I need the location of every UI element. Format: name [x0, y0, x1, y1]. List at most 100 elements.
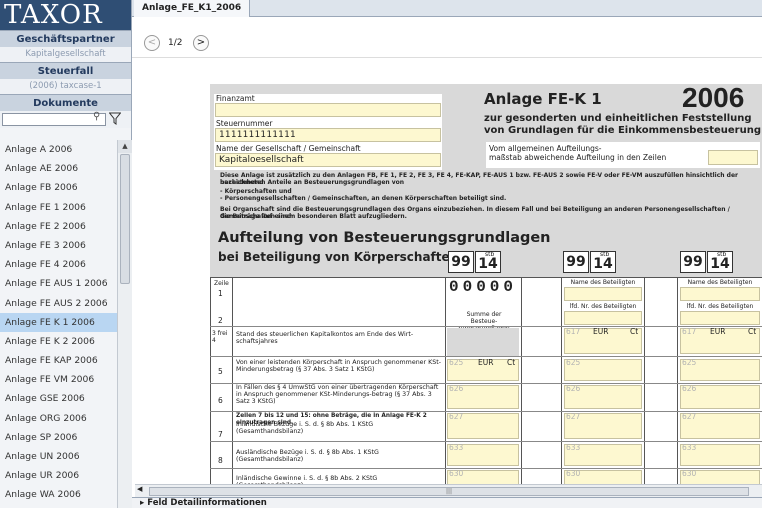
document-list-item[interactable]: Anlage FE K 1 2006 [0, 312, 117, 332]
detail-info-bar[interactable]: ▸ Feld Detailinformationen [132, 497, 762, 508]
code-625-col2: 625 [566, 358, 581, 367]
next-page-button[interactable]: > [193, 35, 209, 51]
note-4b: die Beträge auf einem besonderen Blatt a… [220, 213, 407, 220]
tab-anlage-fe-k1[interactable]: Anlage_FE_K1_2006 [134, 0, 251, 17]
row-1-number: 1 [218, 289, 223, 298]
section-heading-1: Aufteilung von Besteuerungsgrundlagen [218, 230, 551, 246]
code-617-col3: 617 [682, 327, 697, 336]
row-8-text: Ausländische Bezüge i. S. d. § 8b Abs. 1… [236, 449, 379, 463]
horizontal-scrollbar-thumb[interactable]: ||| [149, 487, 749, 496]
lfd-nr-field-col3[interactable] [680, 311, 760, 325]
lfd-nr-col2: lfd. Nr. des Beteiligten [569, 303, 637, 310]
aufteilung-label-1: Vom allgemeinen Aufteilungs- [489, 144, 602, 153]
document-search-row: ⚲ [0, 111, 131, 128]
document-list: Anlage A 2006 Anlage AE 2006 Anlage FB 200… [0, 140, 117, 508]
document-list-item[interactable]: Anlage WA 2006 [0, 485, 117, 504]
code-630-col3: 630 [682, 469, 697, 478]
steuernummer-field[interactable]: 1111111111111 [215, 128, 441, 142]
page-navigation: < 1/2 > [132, 17, 762, 57]
document-list-item[interactable]: Anlage FE 4 2006 [0, 255, 117, 274]
form-subtitle-1: zur gesonderten und einheitlichen Festst… [484, 113, 752, 124]
steuernummer-label: Steuernummer [216, 119, 273, 128]
document-list-item[interactable]: Anlage SP 2006 [0, 428, 117, 447]
sidebar: TAXOR Geschäftspartner Kapitalgesellscha… [0, 0, 132, 508]
aufteilung-field[interactable] [708, 150, 758, 165]
finanzamt-field[interactable] [215, 103, 441, 117]
search-icon[interactable]: ⚲ [93, 111, 100, 122]
code-99-col1: 99 [448, 251, 474, 273]
document-list-item[interactable]: Anlage FE AUS 2 2006 [0, 294, 117, 313]
row-9-text: Inländische Gewinne i. S. d. § 8b Abs. 2… [236, 475, 378, 484]
form-title: Anlage FE-K 1 [484, 90, 602, 108]
code-626-col2: 626 [566, 384, 581, 393]
dokumente-header[interactable]: Dokumente [0, 94, 131, 111]
note-2: - Körperschaften und [220, 188, 292, 195]
document-list-item[interactable]: Anlage FE 2 2006 [0, 217, 117, 236]
code-627-col3: 627 [682, 412, 697, 421]
document-list-item[interactable]: Anlage FE VM 2006 [0, 370, 117, 389]
scroll-left-arrow-icon[interactable]: ◀ [137, 485, 142, 493]
prev-page-button[interactable]: < [144, 35, 160, 51]
ct-label-col2: Ct [630, 327, 639, 336]
gesellschaft-field[interactable]: Kapitaloesellschaft [215, 153, 441, 167]
section-heading-2: bei Beteiligung von Körperschaften [218, 250, 459, 264]
code-633-col1: 633 [449, 443, 464, 452]
eur-label-col3: EUR [710, 327, 726, 336]
document-list-item[interactable]: Anlage FE K 2 2006 [0, 332, 117, 351]
name-field-col2[interactable] [564, 287, 642, 301]
document-search-input[interactable] [2, 113, 106, 126]
lfd-nr-col3: lfd. Nr. des Beteiligten [686, 303, 754, 310]
code-99-col3: 99 [680, 251, 706, 273]
document-list-item[interactable]: Anlage FE KAP 2006 [0, 351, 117, 370]
document-list-item[interactable]: Anlage UR 2006 [0, 466, 117, 485]
horizontal-scrollbar[interactable]: ◀ ||| [135, 484, 762, 497]
document-list-item[interactable]: Anlage A 2006 [0, 140, 117, 159]
document-list-item[interactable]: Anlage FE 1 2006 [0, 198, 117, 217]
document-list-item[interactable]: Anlage GSE 2006 [0, 389, 117, 408]
document-list-item[interactable]: Anlage FE AUS 1 2006 [0, 274, 117, 293]
lfd-nr-field-col2[interactable] [564, 311, 642, 325]
document-list-item[interactable]: Anlage FE 3 2006 [0, 236, 117, 255]
partner-value[interactable]: Kapitalgesellschaft [0, 47, 131, 62]
note-1b: bezeichneten Anteile an Besteuerungsgrun… [220, 179, 405, 186]
steuerfall-value[interactable]: (2006) taxcase-1 [0, 79, 131, 94]
code-99-col2: 99 [563, 251, 589, 273]
note-3: - Personengesellschaften / Gemeinschafte… [220, 195, 507, 202]
app-logo: TAXOR [0, 0, 131, 30]
code-625-col1: 625 [449, 358, 464, 367]
document-list-item[interactable]: Anlage FB 2006 [0, 178, 117, 197]
code-633-col2: 633 [566, 443, 581, 452]
form-subtitle-2: von Grundlagen für die Einkommensbesteue… [484, 125, 761, 136]
document-list-item[interactable]: Anlage AE 2006 [0, 159, 117, 178]
stb-col3: stb [717, 251, 727, 258]
page-indicator: 1/2 [168, 38, 183, 48]
row-4-number: 3 frei 4 [212, 330, 228, 344]
row-5-text: Von einer leistenden Körperschaft in Ans… [236, 359, 442, 373]
row-2-number: 2 [218, 316, 223, 325]
row-8-number: 8 [218, 456, 223, 465]
name-field-col3[interactable] [680, 287, 760, 301]
steuerfall-header[interactable]: Steuerfall [0, 62, 131, 79]
document-list-item[interactable]: Anlage UN 2006 [0, 447, 117, 466]
form-viewer: Finanzamt Steuernummer 1111111111111 Nam… [132, 57, 762, 484]
row-4-text: Stand des steuerlichen Kapitalkontos am … [236, 331, 414, 345]
ct-label-col1: Ct [507, 358, 516, 367]
scroll-up-arrow-icon[interactable]: ▲ [118, 140, 132, 153]
zeile-label: Zeile [214, 280, 229, 287]
finanzamt-label: Finanzamt [216, 94, 255, 103]
row-7-number: 7 [218, 430, 223, 439]
document-list-item[interactable]: Anlage ORG 2006 [0, 409, 117, 428]
zeros-field[interactable]: 00000 [449, 278, 517, 296]
stb-col2: stb [600, 251, 610, 258]
document-list-scrollbar[interactable]: ▲ [117, 140, 132, 508]
code-625-col3: 625 [682, 358, 697, 367]
filter-icon[interactable] [109, 112, 121, 125]
name-beteiligten-col2: Name des Beteiligten [570, 279, 636, 286]
scrollbar-thumb[interactable] [120, 154, 130, 284]
partner-header[interactable]: Geschäftspartner [0, 30, 131, 47]
aufteilung-label-2: maßstab abweichende Aufteilung in den Ze… [489, 153, 667, 162]
code-626-col1: 626 [449, 384, 464, 393]
stb-col1: stb [485, 251, 495, 258]
name-beteiligten-col3: Name des Beteiligten [687, 279, 753, 286]
tax-form-page: Finanzamt Steuernummer 1111111111111 Nam… [210, 82, 762, 484]
